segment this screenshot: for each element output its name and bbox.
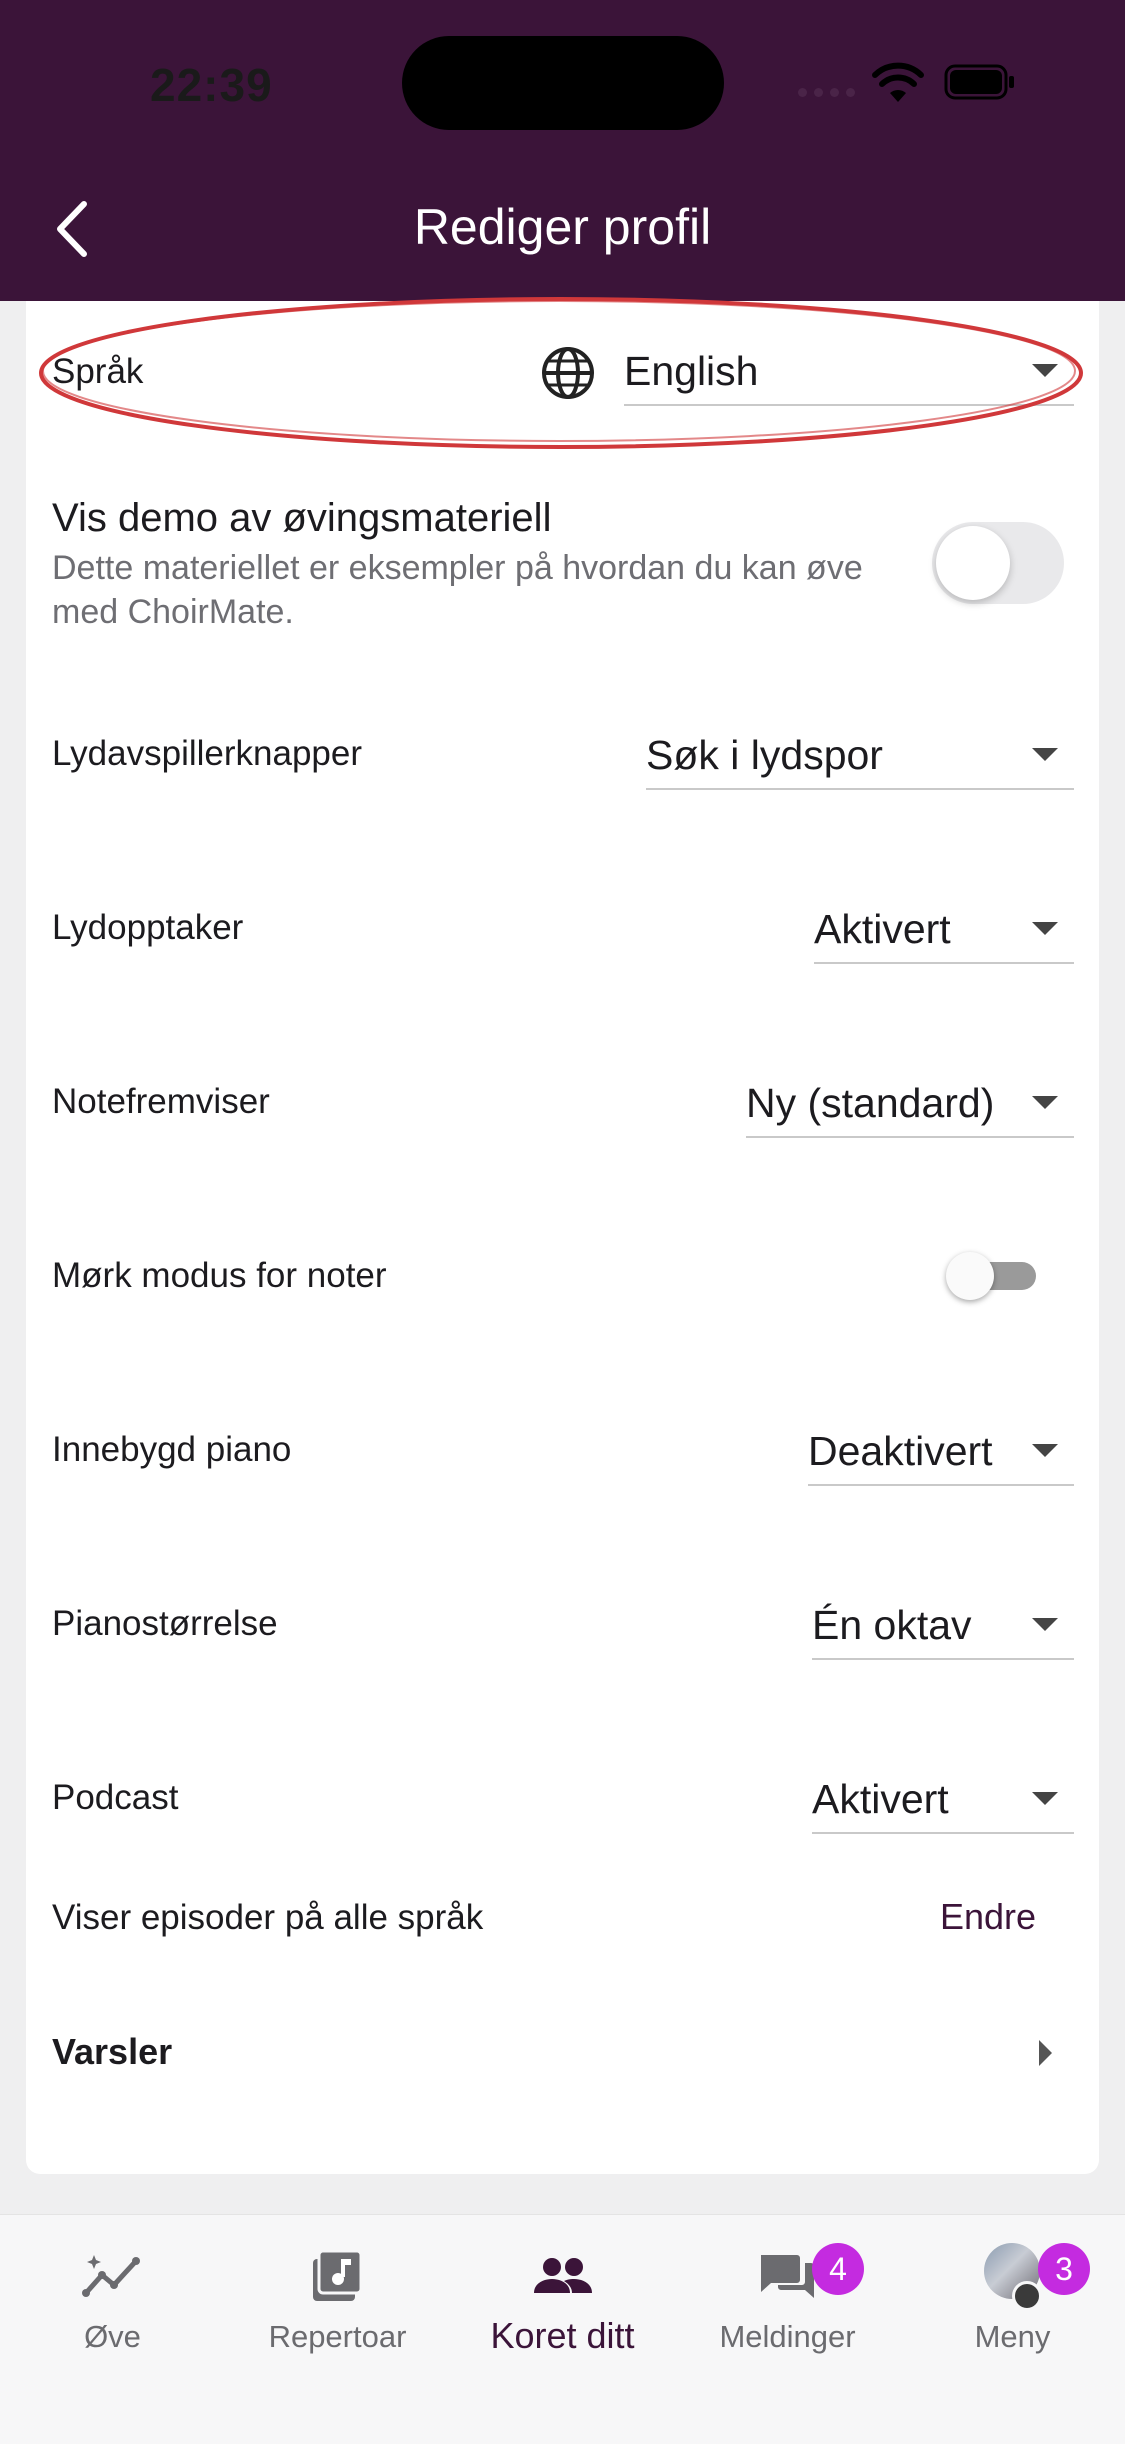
player-buttons-value: Søk i lydspor [646,732,883,778]
piano-value: Deaktivert [808,1428,993,1474]
recorder-value: Aktivert [814,906,951,952]
dropdown-arrow-icon [1032,922,1058,935]
recorder-label: Lydopptaker [52,908,244,947]
tab-repertoire[interactable]: Repertoar [225,2235,450,2375]
dynamic-island [402,36,724,130]
tab-label: Repertoar [268,2319,407,2354]
tab-label: Meny [974,2319,1051,2354]
piano-size-label: Pianostørrelse [52,1604,278,1643]
dropdown-arrow-icon [1032,748,1058,761]
player-buttons-label: Lydavspillerknapper [52,734,362,773]
piano-size-value: Én oktav [812,1602,972,1648]
menu-badge: 3 [1038,2243,1090,2295]
practice-chart-icon [82,2255,140,2297]
toggle-knob [936,526,1010,600]
player-buttons-dropdown[interactable]: Søk i lydspor [646,728,1074,790]
piano-size-dropdown[interactable]: Én oktav [812,1598,1074,1660]
demo-toggle[interactable] [932,522,1064,604]
dropdown-arrow-icon [1032,1618,1058,1631]
notifications-row[interactable]: Varsler [26,2016,1099,2086]
battery-icon [944,64,1014,100]
change-episodes-button[interactable]: Endre [940,1896,1036,1938]
dark-mode-toggle[interactable] [946,1252,1042,1300]
status-time: 22:39 [150,59,273,111]
page-title: Rediger profil [413,199,712,255]
piano-label: Innebygd piano [52,1430,292,1469]
podcast-value: Aktivert [812,1776,949,1822]
piano-dropdown[interactable]: Deaktivert [808,1424,1074,1486]
notifications-label: Varsler [52,2031,173,2072]
tab-your-choir[interactable]: Koret ditt [450,2235,675,2375]
language-dropdown[interactable]: English [624,344,1074,406]
app-header: 22:39 Rediger profil [0,0,1125,301]
sheet-viewer-dropdown[interactable]: Ny (standard) [746,1076,1074,1138]
demo-title: Vis demo av øvingsmateriell [52,496,552,540]
episodes-label: Viser episoder på alle språk [52,1898,484,1937]
dropdown-arrow-icon [1032,1792,1058,1805]
bottom-tab-bar: Øve Repertoar Koret ditt 4 Meldinger 3 M… [0,2214,1125,2444]
tab-label: Koret ditt [490,2315,635,2356]
sheet-viewer-value: Ny (standard) [746,1080,995,1126]
tab-label: Meldinger [719,2319,856,2354]
podcast-dropdown[interactable]: Aktivert [812,1772,1074,1834]
globe-icon [542,347,594,399]
dropdown-arrow-icon [1032,1096,1058,1109]
wifi-icon [872,62,924,102]
language-value: English [624,348,759,394]
tab-practice[interactable]: Øve [0,2235,225,2375]
demo-subtitle: Dette materiellet er eksempler på hvorda… [52,549,863,631]
music-note-icon [313,2249,363,2301]
toggle-knob [946,1252,994,1300]
dropdown-arrow-icon [1032,364,1058,377]
podcast-label: Podcast [52,1778,179,1817]
messages-badge: 4 [812,2243,864,2295]
dropdown-arrow-icon [1032,1444,1058,1457]
dark-mode-label: Mørk modus for noter [52,1256,387,1295]
recorder-dropdown[interactable]: Aktivert [814,902,1074,964]
tab-menu[interactable]: 3 Meny [900,2235,1125,2375]
cellular-signal-icon [798,88,855,97]
sheet-viewer-label: Notefremviser [52,1082,270,1121]
tab-label: Øve [84,2319,141,2354]
chevron-right-icon [1039,2040,1052,2066]
chat-icon [761,2255,814,2298]
people-icon [534,2258,592,2293]
tab-messages[interactable]: 4 Meldinger [675,2235,900,2375]
language-label: Språk [52,352,144,391]
menu-icon [1012,2281,1042,2311]
